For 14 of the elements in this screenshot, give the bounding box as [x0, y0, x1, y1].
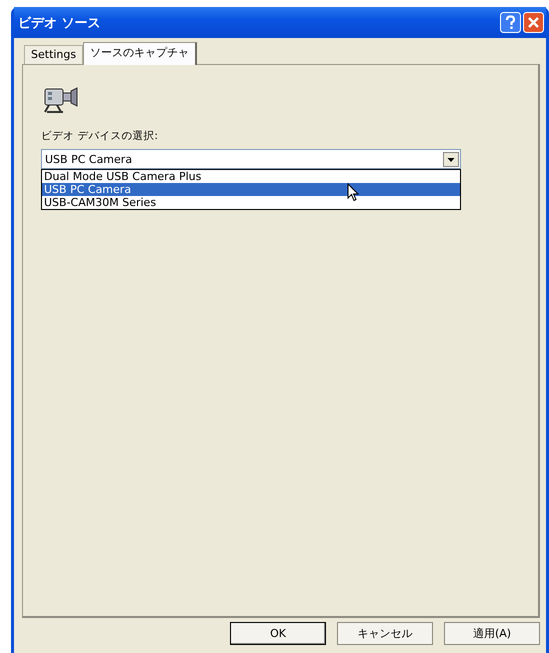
tab[interactable]: Settings: [24, 45, 84, 64]
device-dropdown[interactable]: USB PC Camera: [41, 149, 461, 169]
tab[interactable]: ソースのキャプチャ: [83, 42, 198, 65]
dropdown-option[interactable]: Dual Mode USB Camera Plus: [42, 170, 460, 183]
dialog-button[interactable]: OK: [230, 622, 326, 645]
dropdown-option[interactable]: USB-CAM30M Series: [42, 196, 460, 209]
field-label: ビデオ デバイスの選択:: [41, 129, 158, 143]
window-title: ビデオ ソース: [18, 14, 101, 32]
dropdown-option[interactable]: USB PC Camera: [42, 183, 460, 196]
close-icon[interactable]: [523, 12, 544, 33]
mouse-cursor-icon: [347, 183, 359, 202]
dialog-button[interactable]: キャンセル: [337, 622, 433, 645]
help-icon[interactable]: [500, 12, 521, 33]
dialog-button[interactable]: 適用(A): [444, 622, 540, 645]
